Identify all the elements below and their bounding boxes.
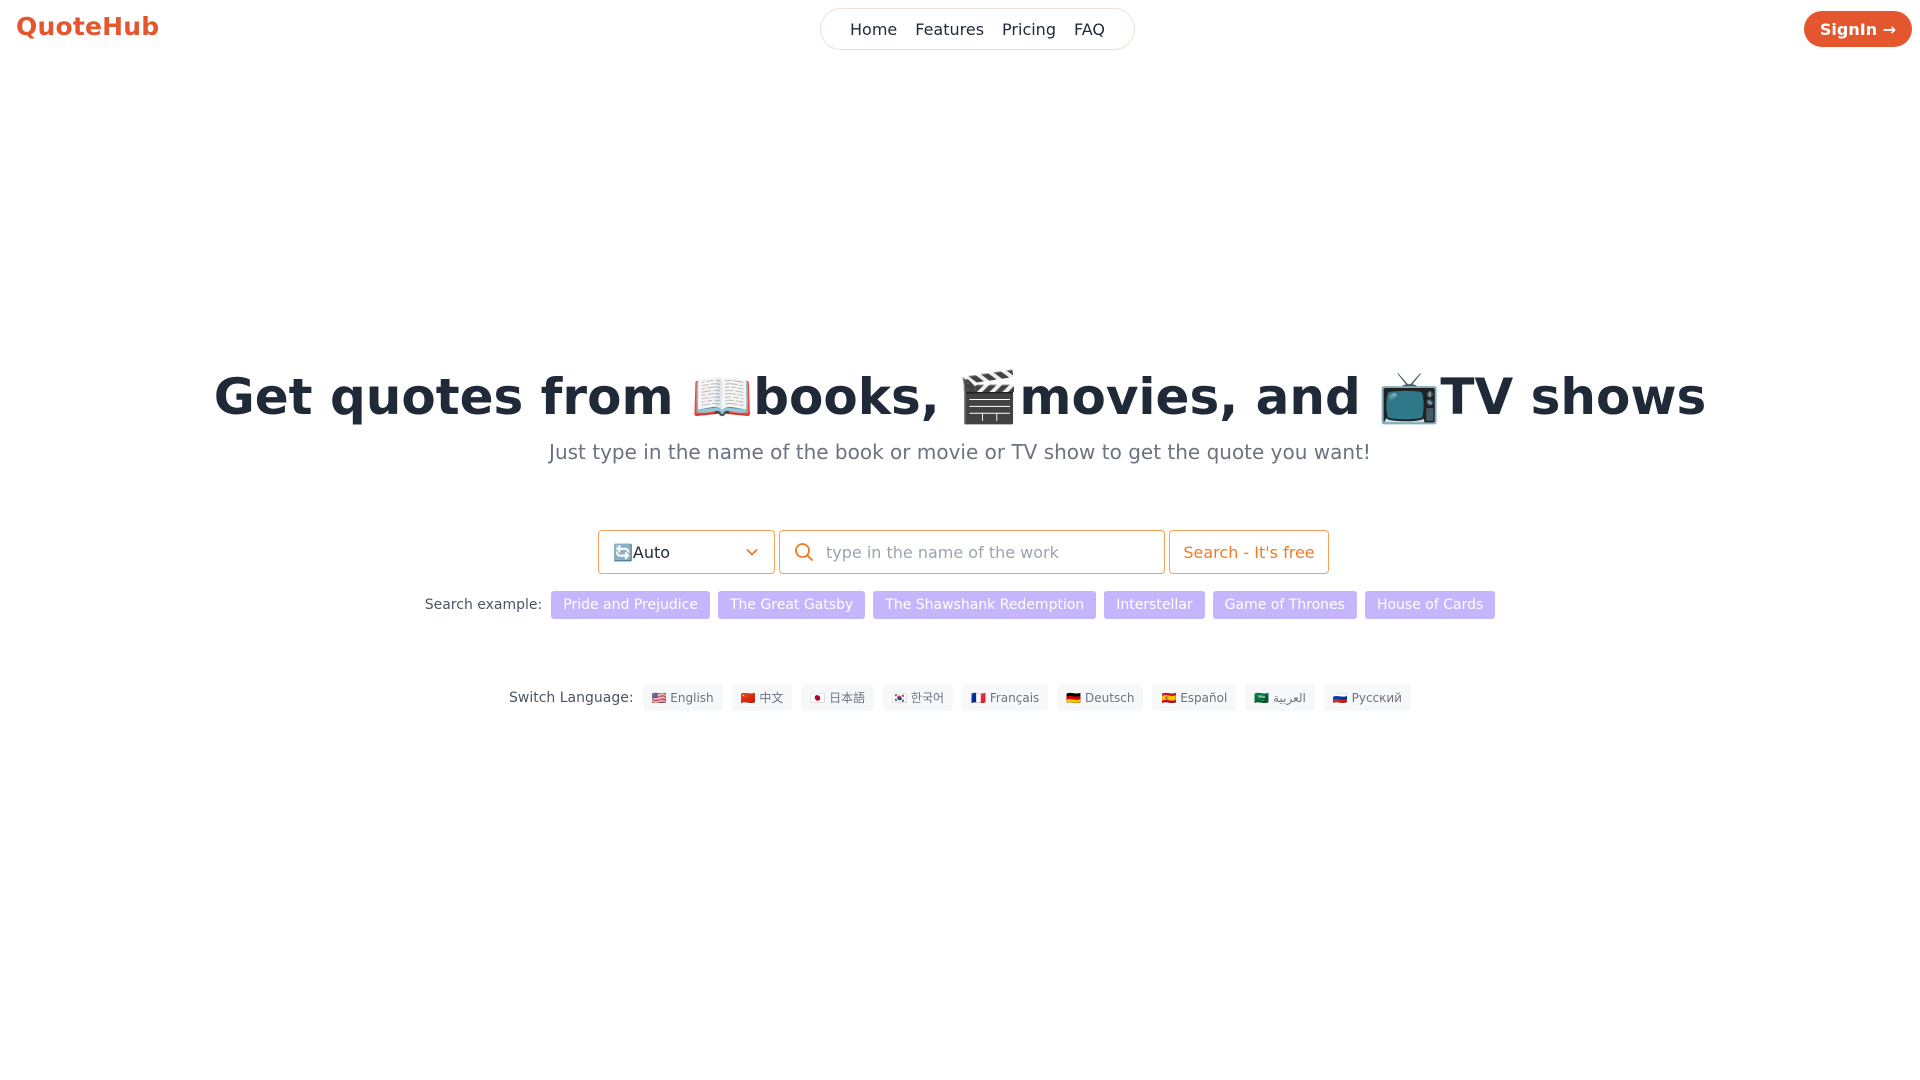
- search-bar: 🔄Auto Search - It's free: [598, 530, 1329, 574]
- language-switcher-label: Switch Language:: [509, 689, 634, 706]
- language-option-japanese[interactable]: 🇯🇵 日本語: [801, 684, 875, 711]
- search-examples-label: Search example:: [424, 597, 543, 613]
- nav-item-home[interactable]: Home: [850, 20, 897, 39]
- signin-button[interactable]: SignIn →: [1804, 11, 1912, 47]
- top-nav: Home Features Pricing FAQ: [820, 8, 1135, 50]
- example-chip-interstellar[interactable]: Interstellar: [1104, 591, 1205, 619]
- search-input[interactable]: [826, 542, 1164, 562]
- example-chip-house-of-cards[interactable]: House of Cards: [1364, 591, 1496, 619]
- search-button[interactable]: Search - It's free: [1169, 530, 1329, 574]
- language-option-french[interactable]: 🇫🇷 Français: [962, 684, 1049, 711]
- hero-title: Get quotes from 📖books, 🎬movies, and 📺TV…: [213, 368, 1707, 426]
- nav-item-pricing[interactable]: Pricing: [1002, 20, 1056, 39]
- nav-item-faq[interactable]: FAQ: [1074, 20, 1105, 39]
- language-option-korean[interactable]: 🇰🇷 한국어: [883, 684, 954, 711]
- search-icon: [795, 543, 813, 561]
- search-field[interactable]: [779, 530, 1165, 574]
- search-examples: Search example: Pride and Prejudice The …: [0, 591, 1920, 619]
- nav-item-features[interactable]: Features: [915, 20, 984, 39]
- work-type-select[interactable]: 🔄Auto: [598, 530, 775, 574]
- language-option-german[interactable]: 🇩🇪 Deutsch: [1057, 684, 1144, 711]
- language-option-english[interactable]: 🇺🇸 English: [642, 684, 723, 711]
- example-chip-pride-and-prejudice[interactable]: Pride and Prejudice: [551, 591, 710, 619]
- example-chip-game-of-thrones[interactable]: Game of Thrones: [1212, 591, 1357, 619]
- example-chip-the-great-gatsby[interactable]: The Great Gatsby: [717, 591, 866, 619]
- language-option-spanish[interactable]: 🇪🇸 Español: [1152, 684, 1237, 711]
- example-chip-the-shawshank-redemption[interactable]: The Shawshank Redemption: [873, 591, 1097, 619]
- work-type-select-value: 🔄Auto: [613, 542, 671, 562]
- chevron-down-icon: [746, 549, 758, 556]
- language-option-chinese[interactable]: 🇨🇳 中文: [731, 684, 793, 711]
- language-option-arabic[interactable]: 🇸🇦 العربية: [1245, 684, 1315, 711]
- hero-subtitle: Just type in the name of the book or mov…: [549, 440, 1371, 464]
- brand-logo[interactable]: QuoteHub: [16, 12, 159, 41]
- language-switcher: Switch Language: 🇺🇸 English 🇨🇳 中文 🇯🇵 日本語…: [0, 684, 1920, 711]
- page: QuoteHub Home Features Pricing FAQ SignI…: [0, 0, 1920, 1080]
- language-option-russian[interactable]: 🇷🇺 Русский: [1323, 684, 1411, 711]
